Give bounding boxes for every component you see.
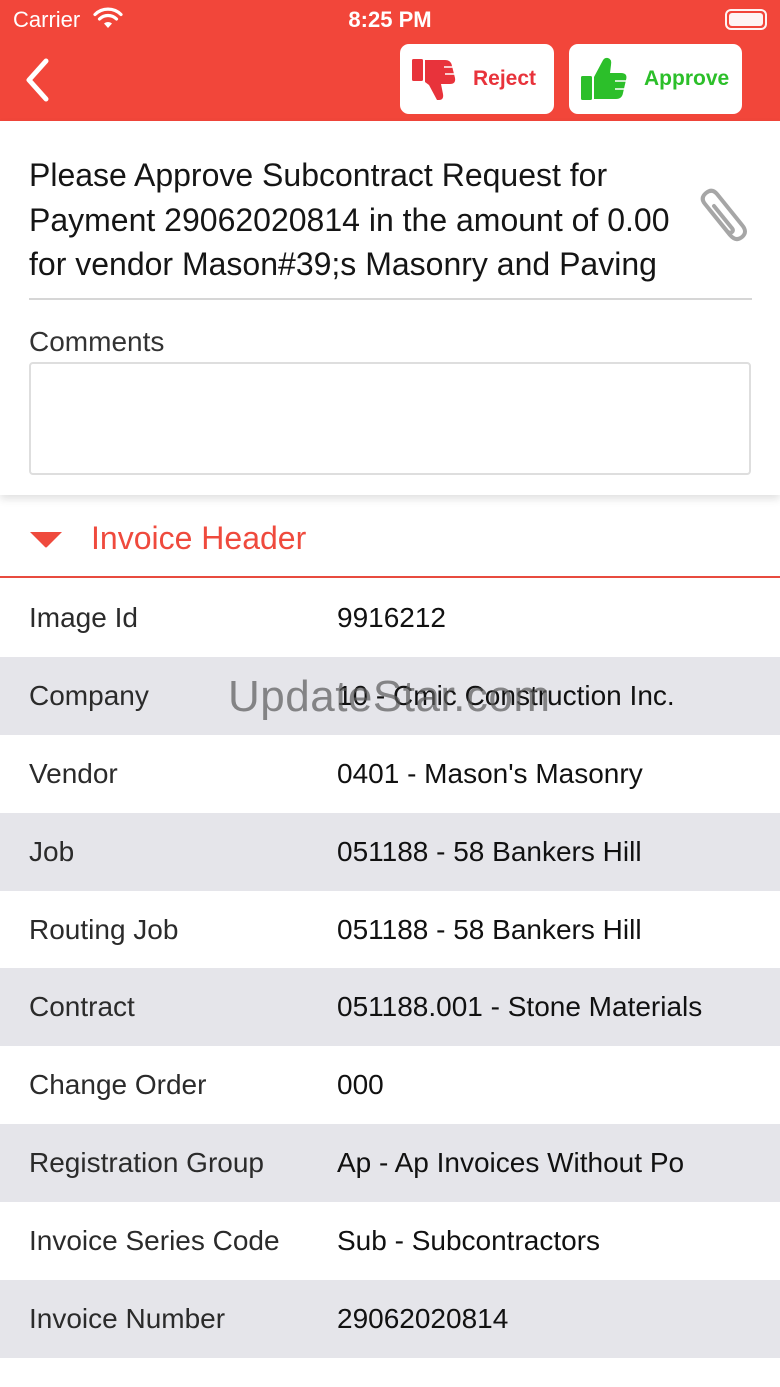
row-label: Company <box>29 679 149 711</box>
row-value: 9916212 <box>337 601 447 633</box>
row-label: Job <box>29 835 75 867</box>
back-chevron-icon[interactable] <box>20 55 60 105</box>
comments-input[interactable] <box>29 362 751 475</box>
reject-button-label: Reject <box>473 67 537 90</box>
row-label: Registration Group <box>29 1147 265 1179</box>
battery-icon <box>725 9 767 30</box>
reject-button[interactable]: Reject <box>400 44 554 114</box>
caret-down-icon <box>30 532 62 548</box>
table-row: Vendor 0401 - Mason's Masonry <box>0 735 780 813</box>
table-row: Change Order 000 <box>0 1046 780 1124</box>
approval-message: Please Approve Subcontract Request for P… <box>29 153 689 287</box>
row-label: Routing Job <box>29 913 179 945</box>
approve-button-label: Approve <box>644 67 730 90</box>
row-label: Invoice Series Code <box>29 1225 280 1257</box>
paperclip-icon[interactable] <box>692 185 754 249</box>
row-label: Vendor <box>29 757 118 789</box>
row-value: 051188.001 - Stone Materials <box>337 991 703 1023</box>
approval-message-text: Please Approve Subcontract Request for P… <box>29 157 670 282</box>
status-bar: Carrier 8:25 PM <box>0 0 780 40</box>
navigation-bar: Carrier 8:25 PM Reject Approve <box>0 0 780 121</box>
row-value: 051188 - 58 Bankers Hill <box>337 835 642 867</box>
row-value: Ap - Ap Invoices Without Po <box>337 1147 685 1179</box>
row-label: Contract <box>29 991 135 1023</box>
approval-card: Please Approve Subcontract Request for P… <box>0 121 780 495</box>
table-row: Image Id 9916212 <box>0 579 780 657</box>
row-label: Image Id <box>29 601 138 633</box>
invoice-header-table: Image Id 9916212 Company 10 - Cmic Constru… <box>0 579 780 1358</box>
divider <box>29 298 752 300</box>
table-row: Contract 051188.001 - Stone Materials <box>0 968 780 1047</box>
row-value: 29062020814 <box>337 1302 509 1334</box>
approve-button[interactable]: Approve <box>569 44 742 114</box>
table-row: Job 051188 - 58 Bankers Hill <box>0 812 780 891</box>
invoice-header-section-toggle[interactable]: Invoice Header <box>0 500 780 578</box>
thumbs-up-icon <box>581 57 627 100</box>
row-value: 000 <box>337 1069 384 1101</box>
row-label: Change Order <box>29 1069 207 1101</box>
row-value: 051188 - 58 Bankers Hill <box>337 913 642 945</box>
table-row: Company 10 - Cmic Construction Inc. <box>0 656 780 735</box>
row-value: 10 - Cmic Construction Inc. <box>337 679 675 711</box>
row-value: Sub - Subcontractors <box>337 1225 601 1257</box>
row-value: 0401 - Mason's Masonry <box>337 757 643 789</box>
status-time: 8:25 PM <box>348 7 432 32</box>
comments-label: Comments <box>29 326 165 357</box>
table-row: Registration Group Ap - Ap Invoices Witho… <box>0 1124 780 1203</box>
row-label: Invoice Number <box>29 1302 226 1334</box>
table-row: Routing Job 051188 - 58 Bankers Hill <box>0 891 780 969</box>
section-title: Invoice Header <box>91 520 307 556</box>
table-row: Invoice Number 29062020814 <box>0 1280 780 1358</box>
thumbs-down-icon <box>412 59 456 100</box>
table-row: Invoice Series Code Sub - Subcontractors <box>0 1202 780 1280</box>
